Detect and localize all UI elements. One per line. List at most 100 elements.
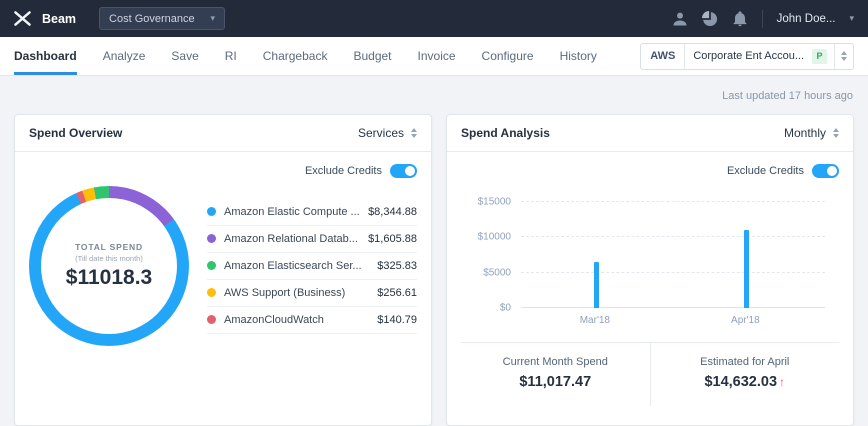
spend-analysis-card: Spend Analysis Monthly Exclude Credits $… — [446, 114, 854, 426]
pie-chart-icon[interactable] — [701, 10, 718, 27]
tab-configure[interactable]: Configure — [482, 37, 534, 75]
spend-overview-card: Spend Overview Services Exclude Credits — [14, 114, 432, 426]
donut-center-sublabel: (Till date this month) — [75, 254, 143, 263]
gridline — [521, 201, 825, 202]
legend-color-dot — [207, 234, 216, 243]
topbar-divider — [761, 9, 763, 28]
legend-color-dot — [207, 288, 216, 297]
legend-value: $325.83 — [377, 259, 417, 272]
legend-item: Amazon Relational Datab... $1,605.88 — [207, 226, 417, 253]
gridline — [521, 271, 825, 273]
stat-value-text: $11,017.47 — [519, 374, 592, 390]
legend-item: AWS Support (Business) $256.61 — [207, 280, 417, 307]
legend-value: $140.79 — [377, 313, 417, 326]
y-tick-label: $0 — [499, 302, 511, 314]
select-arrows-icon — [834, 43, 853, 69]
cards-row: Spend Overview Services Exclude Credits — [14, 114, 854, 426]
monthly-dropdown-label: Monthly — [783, 126, 826, 140]
card-title: Spend Overview — [29, 126, 123, 140]
spend-overview-body: Exclude Credits TOTAL SPEND (Till date t… — [15, 152, 431, 346]
donut-center-label: TOTAL SPEND — [75, 242, 143, 252]
legend-item: AmazonCloudWatch $140.79 — [207, 307, 417, 334]
last-updated-text: Last updated 17 hours ago — [722, 90, 853, 102]
spend-analysis-body: Exclude Credits $15000 $10000 $5000 $0 M… — [447, 152, 853, 406]
spend-overview-header: Spend Overview Services — [15, 115, 431, 152]
legend-name: Amazon Elasticsearch Ser... — [224, 259, 362, 272]
tab-history[interactable]: History — [560, 37, 597, 75]
toggle-label: Exclude Credits — [304, 165, 382, 177]
stat-value: $11,017.47 — [461, 374, 650, 390]
legend-color-dot — [207, 315, 216, 324]
tab-invoice[interactable]: Invoice — [418, 37, 456, 75]
bar-mar18 — [593, 262, 599, 308]
current-month-spend-stat: Current Month Spend $11,017.47 — [461, 343, 650, 406]
x-tick-label: Apr'18 — [731, 315, 760, 326]
legend-name: Amazon Elastic Compute ... — [224, 205, 360, 218]
tab-budget[interactable]: Budget — [353, 37, 391, 75]
legend-item: Amazon Elasticsearch Ser... $325.83 — [207, 253, 417, 280]
services-dropdown[interactable]: Services — [358, 126, 417, 140]
tab-ri[interactable]: RI — [225, 37, 237, 75]
legend-name: Amazon Relational Datab... — [224, 232, 358, 245]
nav-tabs: Dashboard Analyze Save RI Chargeback Bud… — [14, 37, 597, 75]
estimated-spend-stat: Estimated for April $14,632.03 ↑ — [649, 343, 840, 406]
legend-color-dot — [207, 207, 216, 216]
gridline — [521, 236, 825, 238]
exclude-credits-toggle[interactable] — [812, 164, 839, 178]
toggle-label: Exclude Credits — [726, 165, 804, 177]
tab-analyze[interactable]: Analyze — [103, 37, 146, 75]
monthly-bar-chart: $15000 $10000 $5000 $0 Mar'18 Apr'18 — [478, 197, 825, 326]
sort-arrows-icon — [411, 128, 417, 138]
chevron-down-icon: ▾ — [849, 13, 854, 23]
spend-analysis-header: Spend Analysis Monthly — [447, 115, 853, 152]
exclude-credits-row: Exclude Credits — [29, 164, 417, 178]
exclude-credits-toggle[interactable] — [390, 164, 417, 178]
spend-legend: Amazon Elastic Compute ... $8,344.88 Ama… — [207, 199, 417, 334]
toggle-knob — [405, 166, 415, 176]
tab-dashboard[interactable]: Dashboard — [14, 37, 77, 75]
tab-save[interactable]: Save — [171, 37, 198, 75]
legend-name: AWS Support (Business) — [224, 286, 346, 299]
account-selector[interactable]: AWS Corporate Ent Accou... P — [640, 42, 854, 70]
x-tick-label: Mar'18 — [579, 315, 610, 326]
beam-logo-icon — [14, 11, 31, 26]
product-dropdown[interactable]: Cost Governance ▾ — [99, 7, 226, 30]
legend-item: Amazon Elastic Compute ... $8,344.88 — [207, 199, 417, 226]
donut-and-legend: TOTAL SPEND (Till date this month) $1101… — [29, 186, 417, 346]
account-provider: AWS — [641, 43, 686, 69]
donut-center: TOTAL SPEND (Till date this month) $1101… — [41, 198, 177, 334]
tab-chargeback[interactable]: Chargeback — [263, 37, 328, 75]
topbar-right: John Doe... ▾ — [672, 9, 854, 28]
toggle-knob — [827, 166, 837, 176]
payer-badge: P — [812, 48, 827, 64]
brand-name: Beam — [42, 11, 77, 26]
y-tick-label: $10000 — [477, 231, 511, 243]
stat-label: Current Month Spend — [502, 356, 608, 368]
monthly-dropdown[interactable]: Monthly — [784, 126, 839, 140]
legend-color-dot — [207, 261, 216, 270]
stat-value: $14,632.03 ↑ — [651, 374, 840, 390]
user-menu[interactable]: John Doe... ▾ — [777, 13, 854, 25]
product-dropdown-label: Cost Governance — [109, 12, 195, 25]
exclude-credits-row: Exclude Credits — [461, 164, 839, 178]
y-tick-label: $15000 — [477, 196, 511, 208]
spend-donut-chart: TOTAL SPEND (Till date this month) $1101… — [29, 186, 189, 346]
user-name: John Doe... — [776, 12, 836, 25]
stats-row: Current Month Spend $11,017.47 Estimated… — [461, 342, 839, 406]
donut-center-value: $11018.3 — [65, 266, 153, 289]
chevron-down-icon: ▾ — [210, 13, 216, 23]
topbar-left: Beam Cost Governance ▾ — [14, 7, 226, 30]
sort-arrows-icon — [833, 128, 839, 138]
y-tick-label: $5000 — [483, 267, 511, 279]
stat-label: Estimated for April — [700, 356, 790, 368]
topbar: Beam Cost Governance ▾ John Doe... ▾ — [0, 0, 868, 37]
bell-icon[interactable] — [732, 10, 748, 27]
dashboard-content: Last updated 17 hours ago Spend Overview… — [0, 76, 868, 426]
legend-value: $1,605.88 — [368, 232, 417, 245]
trend-up-icon: ↑ — [779, 375, 786, 389]
account-name: Corporate Ent Accou... — [693, 50, 804, 62]
app: Beam Cost Governance ▾ John Doe... ▾ Das… — [0, 0, 868, 426]
legend-name: AmazonCloudWatch — [224, 313, 324, 326]
user-icon[interactable] — [672, 11, 688, 27]
legend-value: $256.61 — [377, 286, 417, 299]
